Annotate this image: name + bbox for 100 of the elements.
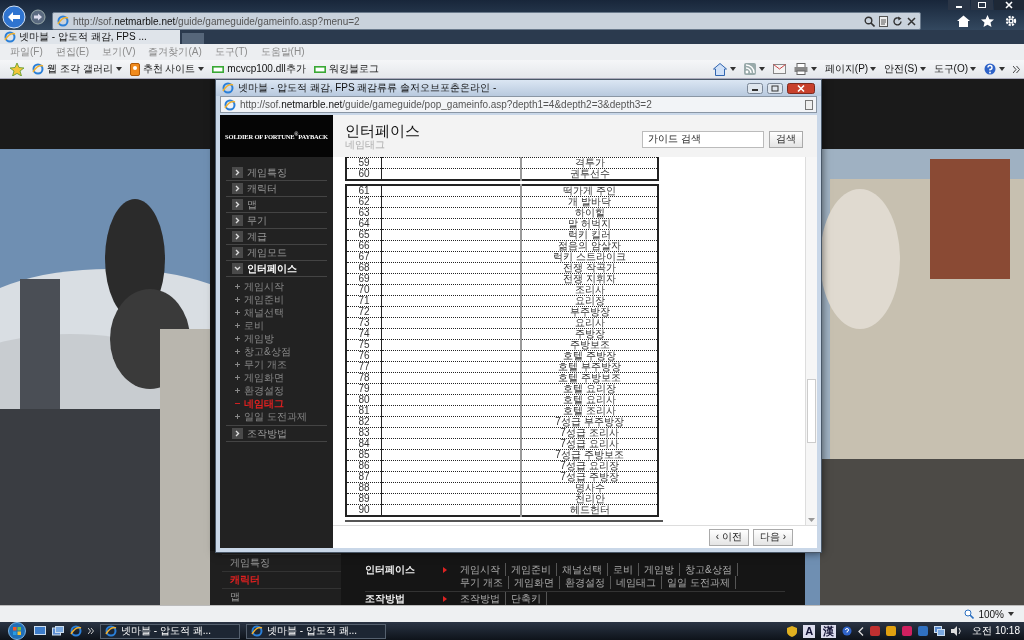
- table-cell: 65: [346, 229, 382, 241]
- taskbar-button[interactable]: 넷마블 - 압도적 쾌...: [100, 623, 240, 639]
- table-cell: 7성급 부주방장: [521, 416, 658, 428]
- scroll-thumb[interactable]: [807, 379, 816, 443]
- close-button[interactable]: [994, 0, 1024, 10]
- command-menu[interactable]: 페이지(P): [824, 62, 877, 76]
- close-button[interactable]: [787, 82, 815, 94]
- chevron-icon: [443, 567, 447, 573]
- search-button[interactable]: 검색: [769, 130, 803, 148]
- favorite-link[interactable]: mcvcp100.dll추가: [212, 62, 306, 76]
- minimize-button[interactable]: [948, 0, 970, 10]
- nav-subitem[interactable]: 창고&상점: [226, 345, 327, 358]
- printer-icon[interactable]: [793, 63, 808, 75]
- forward-button[interactable]: [30, 9, 46, 25]
- tray-icon[interactable]: [918, 626, 929, 636]
- search-field[interactable]: 가이드 검색: [642, 130, 764, 148]
- favorite-link[interactable]: 추천 사이트: [129, 62, 205, 76]
- footer-link[interactable]: 게임방: [639, 563, 680, 576]
- nav-item[interactable]: 계급: [226, 229, 327, 245]
- close-icon[interactable]: [907, 16, 916, 26]
- star-icon[interactable]: [981, 15, 994, 27]
- nav-item[interactable]: 인터페이스: [226, 261, 327, 277]
- clock[interactable]: 오전 10:18: [972, 624, 1020, 638]
- network-icon[interactable]: [934, 626, 946, 636]
- nav-item[interactable]: 맵: [226, 197, 327, 213]
- table-cell: 87: [346, 471, 382, 483]
- command-menu[interactable]: 안전(S): [884, 62, 926, 76]
- caret-icon: [729, 67, 736, 71]
- table-cell: 86: [346, 460, 382, 472]
- scroll-down-icon[interactable]: [808, 518, 815, 522]
- footer-link[interactable]: 창고&상점: [680, 563, 738, 576]
- search-icon[interactable]: [864, 15, 875, 27]
- table-cell: 전쟁 작곡가: [521, 262, 658, 274]
- nav-subitem[interactable]: 게임시작: [226, 280, 327, 293]
- volume-icon[interactable]: [951, 626, 963, 636]
- link-icon: [212, 65, 225, 73]
- table-cell: 7성급 주방보조: [521, 449, 658, 461]
- browser-tab[interactable]: 넷마블 - 압도적 쾌감, FPS ...: [0, 30, 180, 44]
- favorite-link[interactable]: 워킹블로그: [313, 62, 379, 76]
- command-menu[interactable]: 도구(O): [933, 62, 976, 76]
- table-cell: 격투가: [521, 157, 658, 169]
- zoom-level[interactable]: 100%: [978, 608, 1004, 620]
- table-cell: 전쟁 지휘자: [521, 273, 658, 285]
- nav-item[interactable]: 게임모드: [226, 245, 327, 261]
- nav-subitem[interactable]: 무기 개조: [226, 358, 327, 371]
- shield-icon[interactable]: [787, 625, 798, 637]
- mail-icon[interactable]: [772, 64, 786, 74]
- address-field[interactable]: http://sof.netmarble.net/guide/gameguide/gameinfo.asp?menu=2: [52, 12, 921, 30]
- footer-link[interactable]: 환경설정: [559, 576, 611, 589]
- nav-item[interactable]: 게임특징: [226, 165, 327, 181]
- nav-subitem[interactable]: 게임방: [226, 332, 327, 345]
- home-icon[interactable]: [957, 15, 970, 27]
- footer-link[interactable]: 로비: [608, 563, 639, 576]
- zoom-icon[interactable]: [964, 609, 975, 619]
- footer-link[interactable]: 네임태그: [610, 576, 662, 589]
- nav-subitem[interactable]: 채널선택: [226, 306, 327, 319]
- pager-button[interactable]: ‹ 이전: [708, 528, 749, 546]
- table-cell: 떡가게 주인: [521, 185, 658, 197]
- back-button[interactable]: [2, 5, 26, 29]
- footer-link[interactable]: 게임화면: [508, 576, 560, 589]
- caret-icon: [1008, 612, 1014, 616]
- pager-button[interactable]: 다음 ›: [752, 528, 793, 546]
- desktop-icon[interactable]: [34, 626, 46, 636]
- nav-subitem[interactable]: 게임화면: [226, 371, 327, 384]
- document-icon[interactable]: [879, 15, 888, 27]
- tray-icon[interactable]: [902, 626, 913, 636]
- nav-subitem[interactable]: 일일 도전과제: [226, 410, 327, 423]
- nav-subitem[interactable]: 로비: [226, 319, 327, 332]
- taskbar-button[interactable]: 넷마블 - 압도적 쾌...: [246, 623, 386, 639]
- plus-icon: [235, 310, 240, 315]
- ime-indicator[interactable]: A: [803, 624, 816, 638]
- nav-item[interactable]: 캐릭터: [226, 181, 327, 197]
- footer-link[interactable]: 게임시작: [455, 563, 506, 576]
- nav-item[interactable]: 조작방법: [226, 426, 327, 442]
- scrollbar[interactable]: [805, 157, 817, 525]
- start-button[interactable]: [6, 622, 28, 640]
- ime-indicator[interactable]: 漢: [821, 624, 837, 638]
- help-icon[interactable]: [842, 626, 853, 636]
- browser-icon: [224, 98, 236, 111]
- nav-subitem[interactable]: 환경설정: [226, 384, 327, 397]
- minimize-button[interactable]: [747, 82, 763, 94]
- footer-link[interactable]: 채널선택: [557, 563, 608, 576]
- nav-item[interactable]: 무기: [226, 213, 327, 229]
- tray-icon[interactable]: [886, 626, 897, 636]
- footer-link[interactable]: 게임준비: [506, 563, 557, 576]
- chevron-icon[interactable]: [1013, 65, 1020, 73]
- table-cell: 68: [346, 262, 382, 274]
- footer-link[interactable]: 일일 도전과제: [661, 576, 736, 589]
- favorite-link[interactable]: 웹 조각 갤러리: [32, 62, 122, 76]
- table-cell: 73: [346, 317, 382, 329]
- refresh-icon[interactable]: [892, 15, 903, 27]
- table-cell: 천리안: [521, 493, 658, 505]
- caret-icon: [115, 67, 122, 71]
- home-icon[interactable]: [712, 62, 727, 76]
- settings-icon[interactable]: [1005, 15, 1017, 27]
- footer-link[interactable]: 무기 개조: [455, 576, 509, 589]
- window-switch-icon[interactable]: [52, 626, 64, 636]
- maximize-button[interactable]: [971, 0, 993, 10]
- nav-subitem[interactable]: 게임준비: [226, 293, 327, 306]
- favorites-star-icon[interactable]: [10, 62, 24, 76]
